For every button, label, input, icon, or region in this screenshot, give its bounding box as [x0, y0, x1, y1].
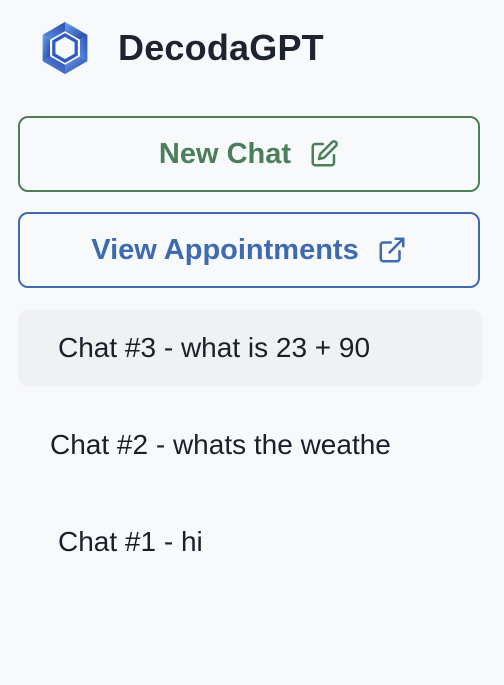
chat-item-1[interactable]: Chat #1 - hi	[18, 503, 482, 581]
edit-icon	[311, 140, 338, 167]
external-link-icon	[379, 237, 405, 263]
view-appointments-label: View Appointments	[91, 233, 359, 266]
app-header: DecodaGPT	[36, 20, 324, 76]
chat-item-label: Chat #3 - what is 23 + 90	[58, 332, 371, 363]
app-logo-icon	[42, 21, 88, 75]
new-chat-button[interactable]: New Chat	[18, 116, 480, 192]
chat-item-2[interactable]: Chat #2 - whats the weathe	[18, 406, 482, 484]
chat-item-label: Chat #2 - whats the weathe	[50, 429, 391, 460]
chat-item-label: Chat #1 - hi	[58, 526, 203, 557]
view-appointments-button[interactable]: View Appointments	[18, 212, 480, 288]
new-chat-label: New Chat	[158, 137, 292, 170]
app-title: DecodaGPT	[118, 27, 324, 68]
chat-item-3[interactable]: Chat #3 - what is 23 + 90	[18, 309, 482, 387]
